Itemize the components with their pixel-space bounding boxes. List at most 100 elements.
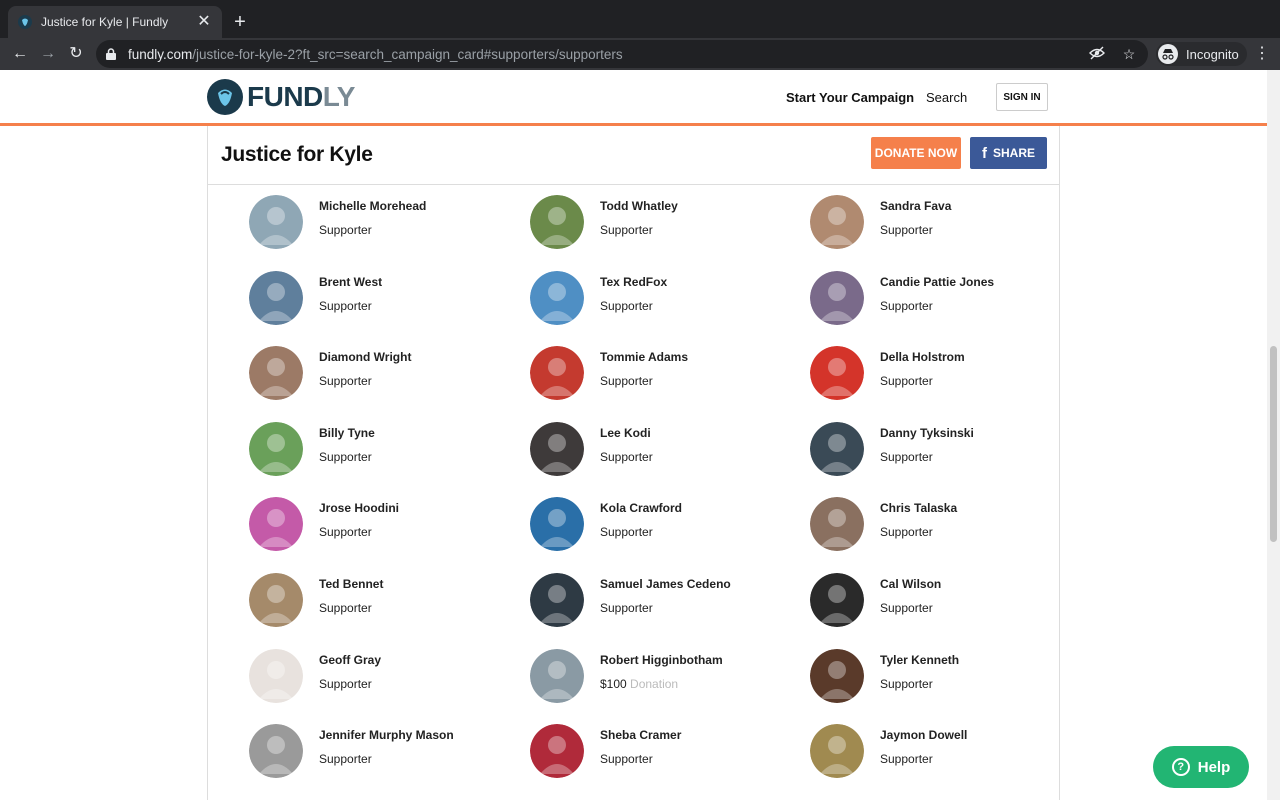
supporter-avatar[interactable] — [249, 573, 303, 627]
supporter-name: Chris Talaska — [880, 501, 958, 515]
supporter-avatar[interactable] — [530, 724, 584, 778]
supporter-item[interactable]: Robert Higginbotham $100 Donation — [530, 649, 800, 709]
supporter-item[interactable]: Geoff Gray Supporter — [249, 649, 519, 709]
supporter-item[interactable]: Sandra Fava Supporter — [810, 195, 1080, 255]
facebook-icon: f — [981, 144, 987, 162]
supporter-name: Jaymon Dowell — [880, 728, 968, 742]
supporter-avatar[interactable] — [810, 724, 864, 778]
supporter-avatar[interactable] — [249, 346, 303, 400]
supporter-item[interactable]: Candie Pattie Jones Supporter — [810, 271, 1080, 331]
supporter-role: Supporter — [600, 601, 653, 615]
supporter-item[interactable]: Jrose Hoodini Supporter — [249, 497, 519, 557]
browser-tab[interactable]: Justice for Kyle | Fundly ✕ — [8, 6, 222, 38]
browser-chrome: Justice for Kyle | Fundly ✕ + ← → ↻ fund… — [0, 0, 1280, 70]
supporter-role-text: Supporter — [880, 525, 933, 539]
supporter-item[interactable]: Sheba Cramer Supporter — [530, 724, 800, 784]
supporter-role: Supporter — [319, 374, 372, 388]
supporter-item[interactable]: Danny Tyksinski Supporter — [810, 422, 1080, 482]
supporter-item[interactable]: Chris Talaska Supporter — [810, 497, 1080, 557]
supporter-avatar[interactable] — [249, 195, 303, 249]
browser-menu-icon[interactable]: ⋮ — [1254, 44, 1270, 64]
help-button[interactable]: ? Help — [1153, 746, 1249, 788]
page-scrollbar[interactable] — [1267, 70, 1280, 800]
supporter-avatar[interactable] — [249, 271, 303, 325]
supporter-item[interactable]: Lee Kodi Supporter — [530, 422, 800, 482]
incognito-indicator[interactable]: Incognito — [1156, 42, 1247, 66]
start-campaign-link[interactable]: Start Your Campaign — [786, 90, 914, 105]
supporter-item[interactable]: Cal Wilson Supporter — [810, 573, 1080, 633]
supporter-role-text: Supporter — [319, 601, 372, 615]
supporter-role-text: Supporter — [880, 752, 933, 766]
supporter-avatar[interactable] — [810, 346, 864, 400]
search-link[interactable]: Search — [926, 90, 967, 105]
supporter-role: Supporter — [600, 223, 653, 237]
supporter-avatar[interactable] — [810, 497, 864, 551]
supporter-item[interactable]: Brent West Supporter — [249, 271, 519, 331]
supporter-name: Billy Tyne — [319, 426, 375, 440]
supporter-item[interactable]: Tex RedFox Supporter — [530, 271, 800, 331]
sign-in-button[interactable]: SIGN IN — [996, 83, 1048, 111]
back-icon[interactable]: ← — [10, 44, 30, 64]
supporter-item[interactable]: Michelle Morehead Supporter — [249, 195, 519, 255]
scrollbar-thumb[interactable] — [1270, 346, 1277, 542]
donate-now-button[interactable]: DONATE NOW — [871, 137, 961, 169]
supporter-item[interactable]: Jennifer Murphy Mason Supporter — [249, 724, 519, 784]
reload-icon[interactable]: ↻ — [66, 44, 86, 64]
supporter-item[interactable]: Della Holstrom Supporter — [810, 346, 1080, 406]
bookmark-star-icon[interactable]: ☆ — [1120, 45, 1138, 63]
supporter-avatar[interactable] — [249, 497, 303, 551]
supporter-item[interactable]: Kola Crawford Supporter — [530, 497, 800, 557]
supporter-avatar[interactable] — [530, 346, 584, 400]
supporter-name: Della Holstrom — [880, 350, 965, 364]
supporter-avatar[interactable] — [249, 649, 303, 703]
supporter-role: Supporter — [319, 752, 372, 766]
new-tab-icon[interactable]: + — [230, 10, 250, 34]
supporter-role: Supporter — [880, 525, 933, 539]
supporter-avatar[interactable] — [249, 422, 303, 476]
supporter-item[interactable]: Billy Tyne Supporter — [249, 422, 519, 482]
campaign-header: Justice for Kyle DONATE NOW f SHARE — [208, 126, 1059, 185]
supporter-item[interactable]: Ted Bennet Supporter — [249, 573, 519, 633]
supporter-role: Supporter — [880, 450, 933, 464]
address-bar[interactable]: fundly.com/justice-for-kyle-2?ft_src=sea… — [96, 40, 1148, 68]
supporter-avatar[interactable] — [530, 271, 584, 325]
supporter-item[interactable]: Samuel James Cedeno Supporter — [530, 573, 800, 633]
supporter-name: Candie Pattie Jones — [880, 275, 995, 289]
supporter-item[interactable]: Tyler Kenneth Supporter — [810, 649, 1080, 709]
eye-off-icon[interactable] — [1088, 45, 1106, 63]
share-label: SHARE — [992, 146, 1035, 160]
supporter-avatar[interactable] — [530, 649, 584, 703]
supporter-role: Supporter — [880, 601, 933, 615]
supporter-avatar[interactable] — [810, 195, 864, 249]
fundly-logo[interactable]: FUNDLY — [207, 79, 355, 115]
share-button[interactable]: f SHARE — [970, 137, 1047, 169]
supporter-role-text: Supporter — [600, 450, 653, 464]
supporter-role-text: Supporter — [319, 299, 372, 313]
incognito-label: Incognito — [1186, 46, 1239, 62]
supporter-avatar[interactable] — [530, 497, 584, 551]
supporter-item[interactable]: Tommie Adams Supporter — [530, 346, 800, 406]
supporter-role: Supporter — [600, 752, 653, 766]
supporter-name: Sandra Fava — [880, 199, 952, 213]
supporter-avatar[interactable] — [810, 649, 864, 703]
supporter-role-text: Supporter — [880, 223, 933, 237]
supporter-avatar[interactable] — [249, 724, 303, 778]
supporter-avatar[interactable] — [530, 195, 584, 249]
campaign-card: Justice for Kyle DONATE NOW f SHARE Mich… — [207, 126, 1060, 800]
supporter-item[interactable]: Todd Whatley Supporter — [530, 195, 800, 255]
fundly-favicon-icon — [18, 15, 32, 29]
help-question-icon: ? — [1171, 758, 1190, 776]
supporter-avatar[interactable] — [810, 271, 864, 325]
supporter-role: Supporter — [880, 374, 933, 388]
supporter-role-text: Supporter — [880, 450, 933, 464]
supporter-item[interactable]: Diamond Wright Supporter — [249, 346, 519, 406]
tab-close-icon[interactable]: ✕ — [196, 14, 212, 30]
help-label: Help — [1197, 758, 1231, 776]
supporter-avatar[interactable] — [810, 422, 864, 476]
supporter-item[interactable]: Jaymon Dowell Supporter — [810, 724, 1080, 784]
supporter-avatar[interactable] — [810, 573, 864, 627]
supporter-role: Supporter — [880, 752, 933, 766]
supporter-avatar[interactable] — [530, 422, 584, 476]
supporter-avatar[interactable] — [530, 573, 584, 627]
forward-icon[interactable]: → — [38, 44, 58, 64]
